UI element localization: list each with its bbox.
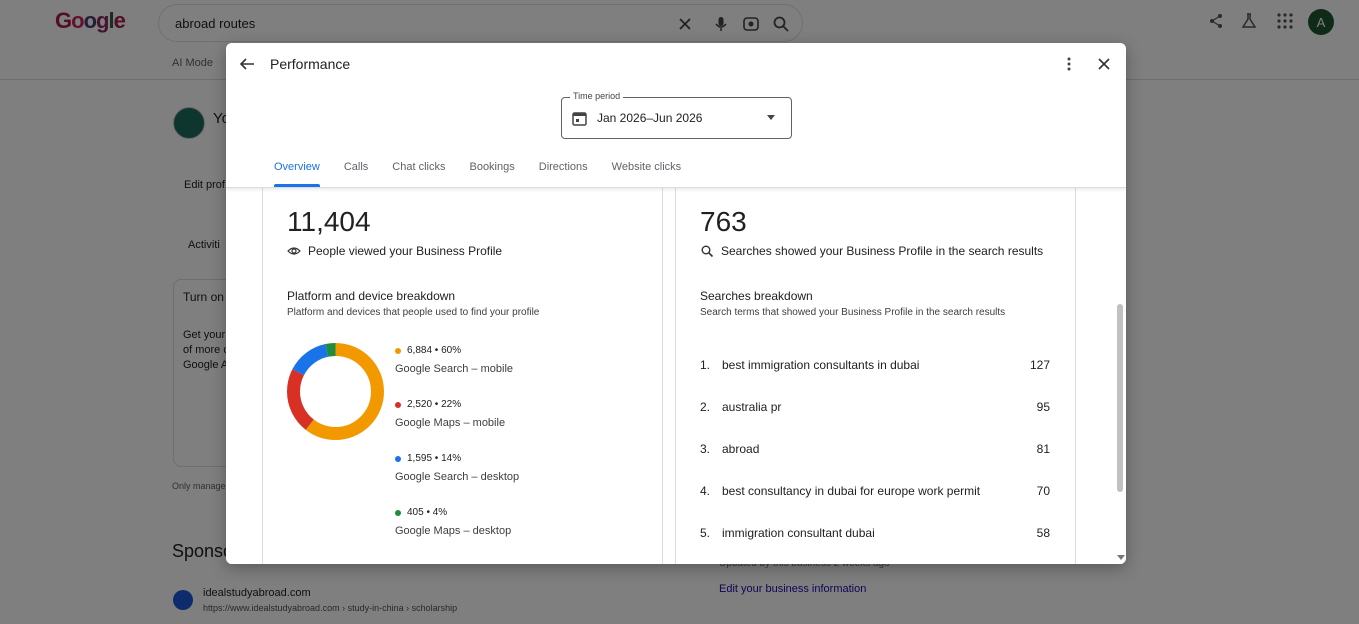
views-total: 11,404 bbox=[287, 206, 371, 237]
legend-item: 2,520 • 22% Google Maps – mobile bbox=[395, 399, 505, 429]
legend-value: 2,520 • 22% bbox=[407, 399, 462, 410]
time-period-select[interactable]: Time period Jan 2026–Jun 2026 bbox=[561, 91, 792, 139]
dialog-scrollbar[interactable] bbox=[1114, 188, 1126, 564]
more-vert-icon[interactable] bbox=[1060, 55, 1078, 73]
legend-item: 405 • 4% Google Maps – desktop bbox=[395, 507, 511, 537]
search-term-row: 5. immigration consultant dubai 58 bbox=[700, 526, 1050, 540]
term-text: australia pr bbox=[722, 400, 782, 414]
views-panel: 11,404 People viewed your Business Profi… bbox=[262, 188, 663, 564]
search-term-row: 4. best consultancy in dubai for europe … bbox=[700, 484, 1050, 498]
legend-dot bbox=[395, 401, 401, 408]
term-text: best immigration consultants in dubai bbox=[722, 358, 920, 372]
searches-caption-row: Searches showed your Business Profile in… bbox=[700, 244, 1043, 258]
calendar-icon bbox=[572, 112, 587, 126]
legend-dot bbox=[395, 347, 401, 354]
term-index: 3. bbox=[700, 442, 711, 456]
searches-total: 763 bbox=[700, 206, 747, 237]
dialog-header: Performance Time period Jan 2026–Jun 202… bbox=[226, 43, 1126, 188]
scroll-down-arrow-icon[interactable] bbox=[1117, 555, 1125, 560]
term-index: 4. bbox=[700, 484, 711, 498]
searches-panel: 763 Searches showed your Business Profil… bbox=[675, 188, 1076, 564]
time-period-label: Time period bbox=[570, 91, 624, 101]
tab-bookings[interactable]: Bookings bbox=[469, 161, 514, 187]
search-icon bbox=[701, 245, 714, 258]
back-arrow-icon[interactable] bbox=[238, 55, 256, 73]
search-term-row: 2. australia pr 95 bbox=[700, 400, 1050, 414]
searches-breakdown-subtitle: Search terms that showed your Business P… bbox=[700, 307, 1006, 318]
platform-breakdown-subtitle: Platform and devices that people used to… bbox=[287, 307, 540, 318]
legend-name: Google Maps – desktop bbox=[395, 525, 512, 537]
legend-value: 6,884 • 60% bbox=[407, 345, 462, 356]
searches-breakdown-title: Searches breakdown bbox=[700, 289, 813, 303]
close-icon[interactable] bbox=[1095, 55, 1113, 73]
tab-chat-clicks[interactable]: Chat clicks bbox=[392, 161, 445, 187]
searches-caption: Searches showed your Business Profile in… bbox=[721, 244, 1044, 258]
platform-donut-chart bbox=[287, 343, 384, 440]
term-count: 127 bbox=[1029, 358, 1050, 372]
scrollbar-thumb[interactable] bbox=[1117, 304, 1123, 492]
term-text: immigration consultant dubai bbox=[722, 526, 875, 540]
search-term-row: 1. best immigration consultants in dubai… bbox=[700, 358, 1050, 372]
tab-overview[interactable]: Overview bbox=[274, 161, 320, 187]
legend-dot bbox=[395, 455, 401, 462]
views-caption: People viewed your Business Profile bbox=[308, 244, 503, 258]
dropdown-caret-icon bbox=[767, 115, 775, 120]
tab-website-clicks[interactable]: Website clicks bbox=[612, 161, 681, 187]
performance-dialog: Performance Time period Jan 2026–Jun 202… bbox=[226, 43, 1126, 564]
term-count: 81 bbox=[1036, 442, 1050, 456]
legend-value: 405 • 4% bbox=[407, 507, 448, 518]
legend-item: 6,884 • 60% Google Search – mobile bbox=[395, 345, 513, 375]
legend-name: Google Maps – mobile bbox=[395, 417, 506, 429]
legend-value: 1,595 • 14% bbox=[407, 453, 462, 464]
term-text: abroad bbox=[722, 442, 760, 456]
term-index: 1. bbox=[700, 358, 711, 372]
eye-icon bbox=[287, 247, 301, 255]
time-period-value: Jan 2026–Jun 2026 bbox=[597, 111, 703, 125]
term-count: 70 bbox=[1036, 484, 1050, 498]
term-count: 95 bbox=[1036, 400, 1050, 414]
legend-item: 1,595 • 14% Google Search – desktop bbox=[395, 453, 519, 483]
search-term-row: 3. abroad 81 bbox=[700, 442, 1050, 456]
dialog-title: Performance bbox=[270, 56, 351, 72]
tab-directions[interactable]: Directions bbox=[539, 161, 588, 187]
platform-breakdown-title: Platform and device breakdown bbox=[287, 289, 456, 303]
legend-dot bbox=[395, 509, 401, 516]
term-count: 58 bbox=[1036, 526, 1050, 540]
legend-name: Google Search – desktop bbox=[395, 471, 520, 483]
term-index: 2. bbox=[700, 400, 711, 414]
term-text: best consultancy in dubai for europe wor… bbox=[722, 484, 981, 498]
dialog-body: 11,404 People viewed your Business Profi… bbox=[226, 188, 1126, 564]
performance-tabs: Overview Calls Chat clicks Bookings Dire… bbox=[274, 161, 705, 187]
legend-name: Google Search – mobile bbox=[395, 363, 514, 375]
tab-calls[interactable]: Calls bbox=[344, 161, 368, 187]
views-caption-row: People viewed your Business Profile bbox=[287, 244, 502, 258]
term-index: 5. bbox=[700, 526, 711, 540]
